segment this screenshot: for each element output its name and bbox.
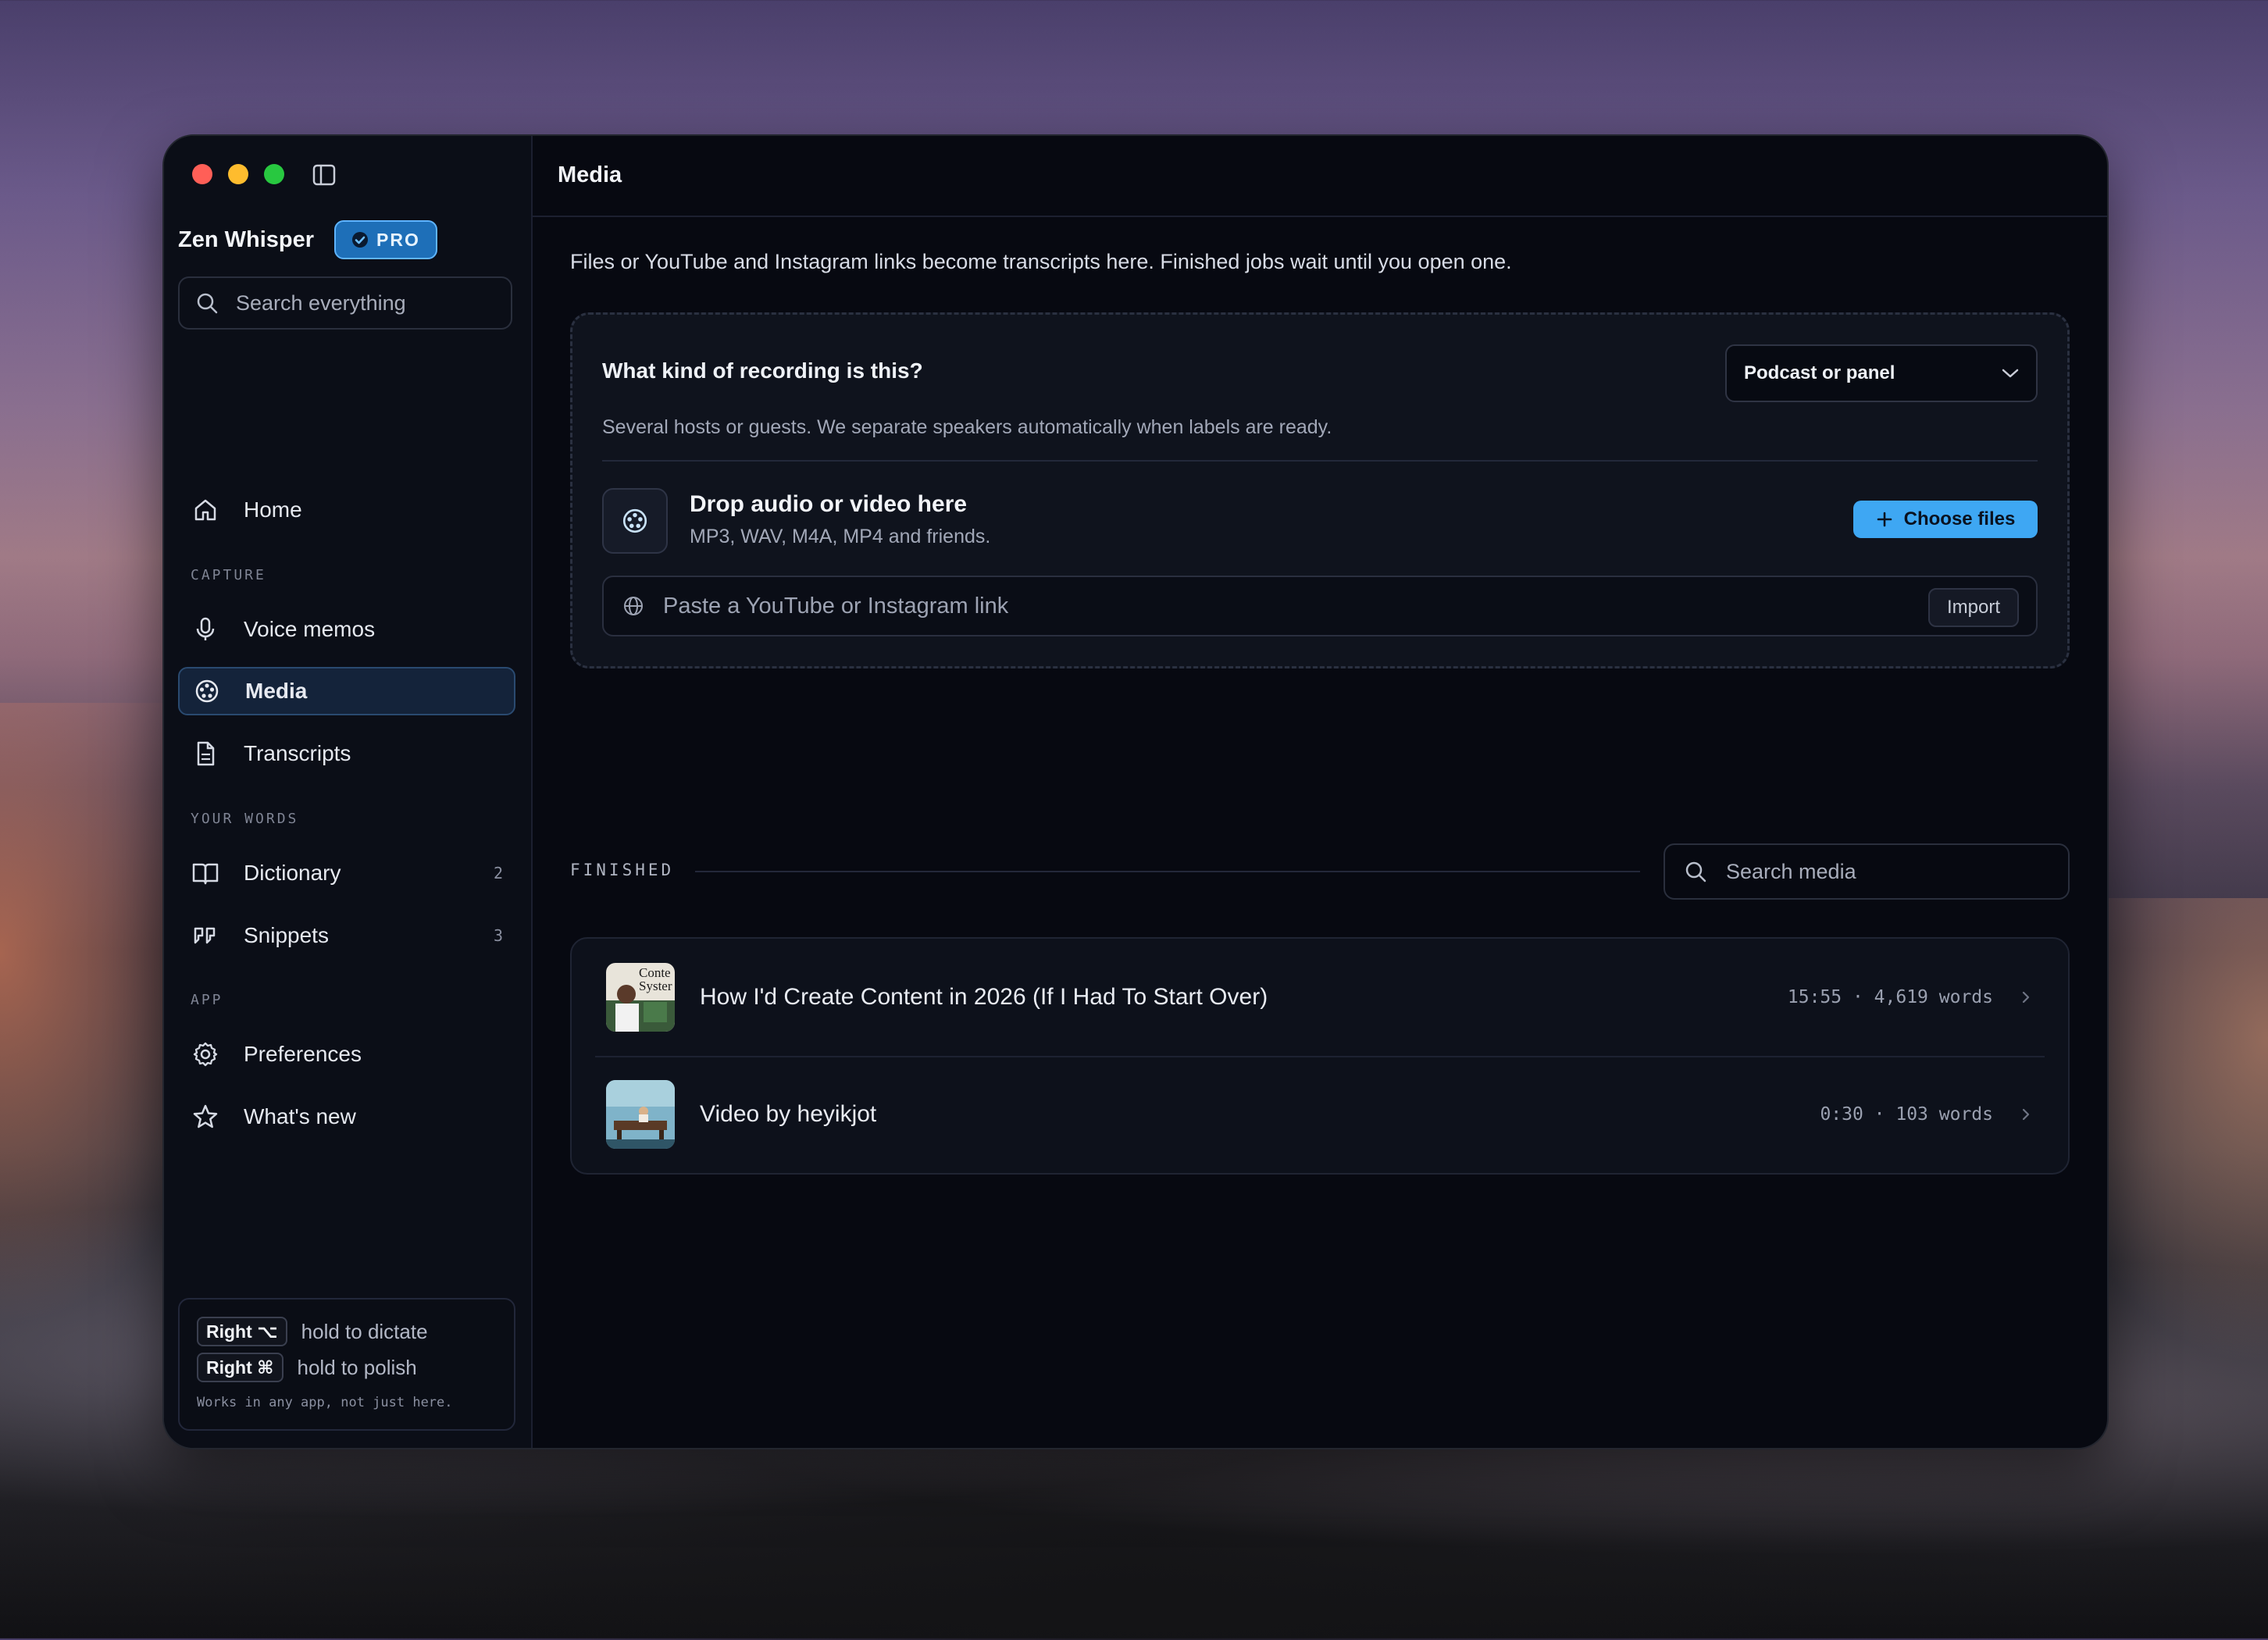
recording-type-description: Several hosts or guests. We separate spe… [602, 416, 1332, 438]
choose-files-label: Choose files [1903, 508, 2016, 529]
sidebar-item-label: Preferences [244, 1042, 362, 1066]
drop-zone-subtitle: MP3, WAV, M4A, MP4 and friends. [690, 526, 991, 547]
section-label-app: APP [191, 992, 223, 1008]
media-meta: 0:30 · 103 words [1820, 1104, 1993, 1125]
finished-section-label: FINISHED [570, 861, 675, 879]
sidebar-item-label: Transcripts [244, 741, 351, 765]
list-item[interactable]: Conte Syster How I'd Create Content in 2… [572, 939, 2068, 1056]
zoom-window-button[interactable] [264, 164, 284, 184]
search-icon [197, 293, 218, 314]
sidebar-item-home[interactable]: Home [178, 486, 515, 534]
upload-card: What kind of recording is this? Podcast … [570, 312, 2070, 668]
media-search-placeholder: Search media [1726, 859, 1856, 883]
section-label-your-words: YOUR WORDS [191, 811, 299, 827]
sidebar-item-dictionary[interactable]: Dictionary 2 [178, 849, 515, 897]
sidebar-toggle-icon[interactable] [312, 164, 336, 186]
home-icon [191, 495, 220, 525]
pro-badge-label: PRO [376, 229, 420, 250]
sidebar-item-transcripts[interactable]: Transcripts [178, 729, 515, 778]
recording-type-select[interactable]: Podcast or panel [1725, 344, 2038, 402]
film-reel-icon [192, 676, 222, 706]
sidebar-item-label: Home [244, 497, 302, 522]
sidebar-item-preferences[interactable]: Preferences [178, 1030, 515, 1078]
finished-media-list: Conte Syster How I'd Create Content in 2… [570, 937, 2070, 1175]
search-icon [1685, 861, 1706, 882]
sidebar-item-label: Voice memos [244, 617, 376, 641]
hint-footer: Works in any app, not just here. [197, 1395, 453, 1410]
sidebar-item-snippets[interactable]: Snippets 3 [178, 911, 515, 960]
media-title: How I'd Create Content in 2026 (If I Had… [700, 984, 1268, 1010]
star-icon [191, 1102, 220, 1132]
sidebar-item-voice-memos[interactable]: Voice memos [178, 605, 515, 654]
sidebar-item-media[interactable]: Media [178, 667, 515, 715]
drop-zone-title: Drop audio or video here [690, 491, 968, 517]
media-title: Video by heyikjot [700, 1101, 877, 1127]
app-name: Zen Whisper [178, 226, 315, 252]
intro-text: Files or YouTube and Instagram links bec… [570, 250, 1512, 273]
section-label-capture: CAPTURE [191, 567, 266, 583]
microphone-icon [191, 615, 220, 644]
snippets-count: 3 [493, 926, 503, 945]
dictate-shortcut-key: Right ⌥ [197, 1317, 287, 1346]
close-window-button[interactable] [192, 164, 212, 184]
plus-icon [1877, 512, 1892, 527]
media-search-input[interactable]: Search media [1664, 843, 2070, 900]
video-thumbnail: Conte Syster [606, 963, 675, 1032]
polish-hint-text: hold to polish [297, 1355, 417, 1379]
sidebar-item-label: What's new [244, 1104, 356, 1128]
gear-icon [191, 1039, 220, 1069]
sidebar-search-placeholder: Search everything [236, 291, 406, 315]
drop-zone-icon [602, 488, 668, 554]
quote-icon [191, 921, 220, 950]
recording-type-value: Podcast or panel [1744, 362, 1895, 383]
chevron-right-icon [2022, 991, 2030, 1004]
pro-badge: PRO [334, 220, 437, 259]
app-window: Zen Whisper PRO Search everything Home C… [162, 134, 2109, 1449]
link-input[interactable]: Paste a YouTube or Instagram link Import [602, 576, 2038, 636]
page-title: Media [558, 162, 622, 187]
shortcut-hints: Right ⌥ hold to dictate Right ⌘ hold to … [178, 1298, 515, 1431]
title-divider [533, 216, 2107, 217]
import-button[interactable]: Import [1927, 588, 2019, 627]
main-content: Media Files or YouTube and Instagram lin… [533, 136, 2107, 1448]
sidebar: Zen Whisper PRO Search everything Home C… [164, 136, 533, 1448]
document-icon [191, 739, 220, 768]
sidebar-item-label: Dictionary [244, 861, 341, 885]
list-item[interactable]: Video by heyikjot 0:30 · 103 words [572, 1056, 2068, 1173]
minimize-window-button[interactable] [228, 164, 248, 184]
sidebar-item-whats-new[interactable]: What's new [178, 1093, 515, 1141]
card-divider [602, 460, 2038, 462]
open-book-icon [191, 858, 220, 888]
sidebar-search-input[interactable]: Search everything [178, 276, 512, 330]
window-controls [192, 164, 284, 184]
sidebar-item-label: Media [245, 679, 308, 703]
finished-divider [695, 871, 1640, 872]
sidebar-item-label: Snippets [244, 923, 329, 947]
chevron-down-icon [2002, 369, 2019, 378]
polish-hint: Right ⌘ hold to polish [197, 1353, 417, 1382]
chevron-right-icon [2022, 1108, 2030, 1121]
thumbnail-title-line-2: Syster [639, 979, 672, 993]
globe-icon [624, 597, 643, 615]
brand: Zen Whisper PRO [178, 220, 437, 259]
dictate-hint: Right ⌥ hold to dictate [197, 1317, 428, 1346]
dictionary-count: 2 [493, 864, 503, 882]
video-thumbnail [606, 1080, 675, 1149]
choose-files-button[interactable]: Choose files [1853, 501, 2038, 538]
polish-shortcut-key: Right ⌘ [197, 1353, 284, 1382]
verified-check-icon [352, 232, 369, 248]
media-meta: 15:55 · 4,619 words [1787, 987, 1993, 1007]
link-input-placeholder: Paste a YouTube or Instagram link [663, 593, 1009, 619]
recording-type-question: What kind of recording is this? [602, 358, 923, 383]
dictate-hint-text: hold to dictate [301, 1319, 428, 1343]
